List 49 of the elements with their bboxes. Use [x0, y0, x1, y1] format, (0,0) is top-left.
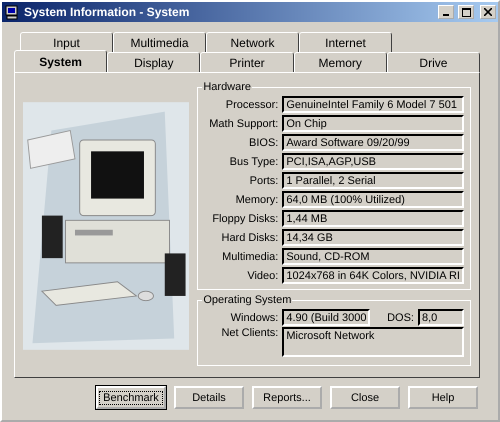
value-field: PCI,ISA,AGP,USB — [282, 153, 464, 170]
dialog-button[interactable]: Reports... — [252, 386, 322, 409]
computer-icon — [4, 4, 20, 20]
field-label: Floppy Disks: — [211, 212, 278, 224]
field-label: Processor: — [224, 98, 278, 110]
value-field: 14,34 GB — [282, 229, 464, 246]
field-label: Video: — [246, 270, 278, 282]
field-label: Hard Disks: — [220, 232, 278, 244]
window-title: System Information - System — [24, 5, 190, 19]
tab[interactable]: Memory — [294, 52, 387, 72]
dialog-button[interactable]: Help — [408, 386, 478, 409]
value-field: 64,0 MB (100% Utilized) — [282, 191, 464, 208]
close-button[interactable] — [480, 5, 496, 19]
value-field: Sound, CD-ROM — [282, 248, 464, 265]
tab[interactable]: Network — [206, 32, 299, 52]
value-field: Award Software 09/20/99 — [282, 134, 464, 151]
field-label: DOS: — [386, 312, 414, 324]
tab[interactable]: System — [14, 50, 108, 72]
maximize-button[interactable] — [458, 5, 474, 19]
field-label: Multimedia: — [221, 250, 278, 262]
dialog-button[interactable]: Details — [174, 386, 244, 409]
field-label: Bus Type: — [228, 156, 278, 168]
dialog-button[interactable]: Close — [330, 386, 400, 409]
field-label: Ports: — [248, 174, 278, 186]
tab[interactable]: Display — [107, 52, 200, 72]
close-icon — [484, 8, 492, 16]
value-field: 1 Parallel, 2 Serial — [282, 172, 464, 189]
dialog-button[interactable]: Benchmark — [96, 386, 166, 409]
field-label: Windows: — [230, 312, 278, 324]
group-title: Hardware — [202, 81, 252, 93]
tab[interactable]: Multimedia — [113, 32, 206, 52]
value-field: On Chip — [282, 115, 464, 132]
field-label: BIOS: — [248, 136, 278, 148]
field-label: Net Clients: — [220, 327, 278, 339]
tab[interactable]: Drive — [386, 52, 480, 72]
maximize-icon — [462, 8, 470, 16]
group-title: Operating System — [202, 294, 292, 306]
value-field: 1024x768 in 64K Colors, NVIDIA RI — [282, 267, 464, 284]
value-field: 8,0 — [418, 309, 464, 326]
value-field: Microsoft Network — [282, 327, 464, 357]
tab[interactable]: Printer — [200, 52, 294, 72]
tab[interactable]: Input — [20, 32, 113, 52]
field-label: Memory: — [234, 194, 278, 206]
value-field: GenuineIntel Family 6 Model 7 501 — [282, 96, 464, 113]
value-field: 1,44 MB — [282, 210, 464, 227]
field-label: Math Support: — [208, 118, 278, 130]
value-field: 4.90 (Build 3000 — [282, 309, 370, 326]
minimize-button[interactable] — [438, 5, 454, 19]
tab[interactable]: Internet — [299, 32, 392, 52]
